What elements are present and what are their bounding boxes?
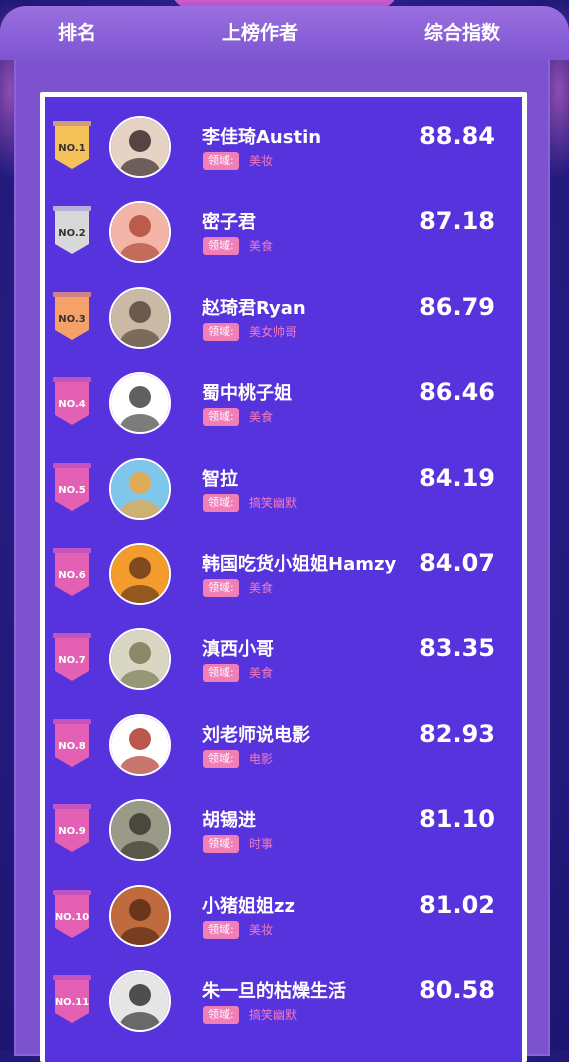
list-item[interactable]: NO.1 李佳琦Austin 领域: 美妆 88.84 (45, 109, 522, 193)
score-value: 86.46 (419, 378, 495, 407)
domain-value: 搞笑幽默 (249, 495, 298, 510)
rank-label: NO.7 (58, 655, 86, 667)
domain-tag: 领域: (203, 493, 239, 512)
score-value: 82.93 (419, 719, 495, 748)
rank-badge: NO.2 (53, 206, 91, 256)
rank-badge: NO.9 (53, 804, 91, 854)
domain-tag: 领域: (203, 152, 239, 170)
score-value: 84.07 (419, 549, 495, 577)
list-item[interactable]: NO.4 蜀中桃子姐领域: 美食 86.46 (45, 365, 522, 449)
header-rank: 排名 (58, 22, 97, 44)
domain-tag: 领域: (203, 920, 239, 939)
person-avatar-icon[interactable] (109, 201, 171, 264)
author-name[interactable]: 刘老师说电影 (202, 721, 422, 747)
list-item[interactable]: NO.10 小猪姐姐zz 领域: 美妆 81.02 (45, 878, 522, 962)
person-avatar-icon[interactable] (109, 286, 171, 349)
score-value: 81.10 (419, 805, 495, 834)
person-avatar-icon[interactable] (109, 628, 171, 691)
rank-label: NO.4 (58, 399, 86, 411)
person-avatar-icon[interactable] (109, 799, 171, 862)
header-author: 上榜作者 (222, 22, 299, 44)
score-value: 80.58 (419, 976, 495, 1004)
rank-badge: NO.1 (53, 121, 91, 171)
author-name[interactable]: 赵琦君Ryan (202, 294, 422, 320)
header-score: 综合指数 (424, 22, 501, 44)
author-name[interactable]: 密子君 (202, 208, 422, 234)
rank-badge: NO.3 (53, 291, 91, 342)
author-name[interactable]: 韩国吃货小姐姐Hamzy (202, 550, 422, 576)
cartoon-avatar-icon[interactable] (109, 884, 171, 947)
score-value: 81.02 (419, 890, 495, 919)
author-name[interactable]: 李佳琦Austin (202, 123, 422, 149)
author-name[interactable]: 朱一旦的枯燥生活 (202, 977, 422, 1003)
rank-label: NO.8 (58, 740, 86, 752)
list-item[interactable]: NO.7 滇西小哥领域: 美食 83.35 (45, 621, 522, 705)
rank-label: NO.6 (58, 570, 86, 581)
domain-tag: 领域: (203, 408, 239, 427)
domain-value: 美食 (249, 666, 274, 681)
rank-label: NO.3 (58, 313, 86, 325)
rank-badge: NO.4 (53, 377, 91, 427)
cartoon-avatar-icon[interactable] (109, 713, 171, 776)
domain-tag: 领域: (203, 664, 239, 683)
domain-tag: 领域: (203, 1006, 239, 1024)
list-item[interactable]: NO.5 智拉领域: 搞笑幽默 84.19 (45, 451, 522, 535)
rank-badge: NO.10 (53, 889, 91, 940)
author-name[interactable]: 智拉 (202, 465, 422, 491)
domain-tag: 领域: (203, 322, 239, 341)
author-name[interactable]: 胡锡进 (202, 806, 422, 832)
score-value: 84.19 (419, 463, 495, 492)
domain-value: 美妆 (249, 922, 274, 937)
sketch-avatar-icon[interactable] (109, 372, 171, 435)
list-item[interactable]: NO.6 韩国吃货小姐姐Hamzy 领域: 美食 84.07 (45, 536, 522, 620)
domain-value: 时事 (249, 837, 274, 852)
person-avatar-icon[interactable] (109, 970, 171, 1032)
domain-value: 美食 (249, 410, 274, 425)
domain-tag: 领域: (203, 835, 239, 854)
list-item[interactable]: NO.11 朱一旦的枯燥生活领域: 搞笑幽默 80.58 (45, 963, 522, 1047)
rank-label: NO.11 (54, 997, 90, 1008)
score-value: 83.35 (419, 634, 495, 663)
cartoon-avatar-icon[interactable] (109, 543, 171, 605)
score-value: 86.79 (419, 292, 495, 321)
rank-badge: NO.7 (53, 633, 91, 683)
domain-tag: 领域: (203, 749, 239, 768)
author-name[interactable]: 蜀中桃子姐 (202, 379, 422, 405)
ranking-list: NO.1 李佳琦Austin 领域: 美妆 88.84 NO.2 密子君 领域: 美食 87.18… (45, 97, 522, 1062)
domain-value: 美食 (249, 239, 274, 254)
rank-badge: NO.11 (53, 975, 91, 1025)
rank-badge: NO.5 (53, 462, 91, 513)
rank-label: NO.9 (58, 826, 86, 838)
domain-tag: 领域: (203, 579, 239, 597)
list-item[interactable]: NO.9 胡锡进领域: 时事 81.10 (45, 792, 522, 876)
rank-badge: NO.6 (53, 548, 91, 598)
domain-value: 电影 (249, 751, 274, 766)
table-header: 排名 上榜作者 综合指数 (0, 6, 569, 60)
author-name[interactable]: 滇西小哥 (202, 635, 422, 661)
domain-tag: 领域: (203, 237, 239, 256)
domain-value: 美食 (249, 581, 274, 595)
rank-label: NO.1 (58, 143, 86, 154)
cartoon-avatar-icon[interactable] (109, 457, 171, 520)
score-value: 88.84 (419, 122, 495, 150)
person-avatar-icon[interactable] (109, 116, 171, 178)
domain-value: 美妆 (249, 154, 274, 168)
domain-value: 美女帅哥 (249, 324, 298, 339)
score-value: 87.18 (419, 207, 495, 236)
rank-label: NO.10 (54, 911, 90, 923)
rank-label: NO.5 (58, 484, 86, 496)
list-item[interactable]: NO.2 密子君领域: 美食 87.18 (45, 194, 522, 278)
author-name[interactable]: 小猪姐姐zz (202, 892, 422, 918)
rank-badge: NO.8 (53, 718, 91, 769)
rank-label: NO.2 (58, 228, 86, 240)
list-item[interactable]: NO.8 刘老师说电影领域: 电影 82.93 (45, 707, 522, 791)
list-item[interactable]: NO.3 赵琦君Ryan 领域: 美女帅哥 86.79 (45, 280, 522, 364)
ranking-panel: NO.1 李佳琦Austin 领域: 美妆 88.84 NO.2 密子君 领域: 美食 87.18… (40, 92, 527, 1062)
domain-value: 搞笑幽默 (249, 1008, 298, 1022)
